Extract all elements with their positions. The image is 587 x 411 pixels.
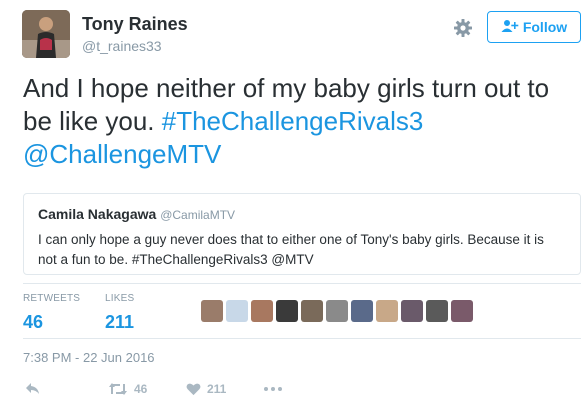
likes-stat[interactable]: LIKES 211 [105, 293, 134, 333]
retweets-label: RETWEETS [23, 293, 81, 304]
heart-icon [186, 382, 201, 396]
liker-avatar[interactable] [351, 300, 373, 322]
retweet-count: 46 [134, 382, 148, 396]
follow-user-icon [501, 19, 519, 36]
liker-avatar[interactable] [451, 300, 473, 322]
liker-avatar[interactable] [276, 300, 298, 322]
user-handle[interactable]: @t_raines33 [82, 38, 162, 54]
likes-label: LIKES [105, 293, 135, 304]
liker-avatar[interactable] [301, 300, 323, 322]
more-button[interactable] [263, 386, 283, 392]
reply-icon [25, 382, 41, 396]
retweet-icon [108, 382, 128, 396]
gear-icon[interactable] [453, 18, 473, 38]
quoted-user-handle: @CamilaMTV [160, 208, 236, 222]
quoted-tweet-text: I can only hope a guy never does that to… [38, 232, 544, 267]
tweet-hashtag-link[interactable]: #TheChallengeRivals3 [162, 106, 424, 136]
liker-avatar[interactable] [326, 300, 348, 322]
liker-avatar[interactable] [376, 300, 398, 322]
tweet-timestamp[interactable]: 7:38 PM - 22 Jun 2016 [23, 350, 155, 365]
quoted-tweet-header: Camila Nakagawa @CamilaMTV [38, 206, 566, 222]
liker-avatar[interactable] [201, 300, 223, 322]
avatar[interactable] [22, 10, 70, 58]
retweets-stat[interactable]: RETWEETS 46 [23, 293, 80, 333]
liker-avatar[interactable] [251, 300, 273, 322]
like-button[interactable]: 211 [186, 382, 226, 396]
liker-avatar[interactable] [401, 300, 423, 322]
reply-button[interactable] [25, 382, 41, 396]
likers-avatars [201, 300, 473, 322]
user-name[interactable]: Tony Raines [82, 14, 188, 35]
like-count: 211 [207, 382, 227, 396]
divider [23, 283, 581, 284]
tweet-text: And I hope neither of my baby girls turn… [23, 72, 568, 171]
liker-avatar[interactable] [226, 300, 248, 322]
divider [23, 338, 581, 339]
tweet-mention-link[interactable]: @ChallengeMTV [23, 139, 221, 169]
follow-label: Follow [522, 19, 568, 35]
more-icon [263, 386, 283, 392]
quoted-tweet[interactable]: Camila Nakagawa @CamilaMTV I can only ho… [23, 193, 581, 275]
retweet-button[interactable]: 46 [108, 382, 147, 396]
follow-button[interactable]: Follow [487, 11, 581, 43]
quoted-user-name: Camila Nakagawa [38, 206, 157, 222]
likes-count: 211 [105, 312, 135, 332]
retweets-count: 46 [23, 312, 44, 332]
liker-avatar[interactable] [426, 300, 448, 322]
